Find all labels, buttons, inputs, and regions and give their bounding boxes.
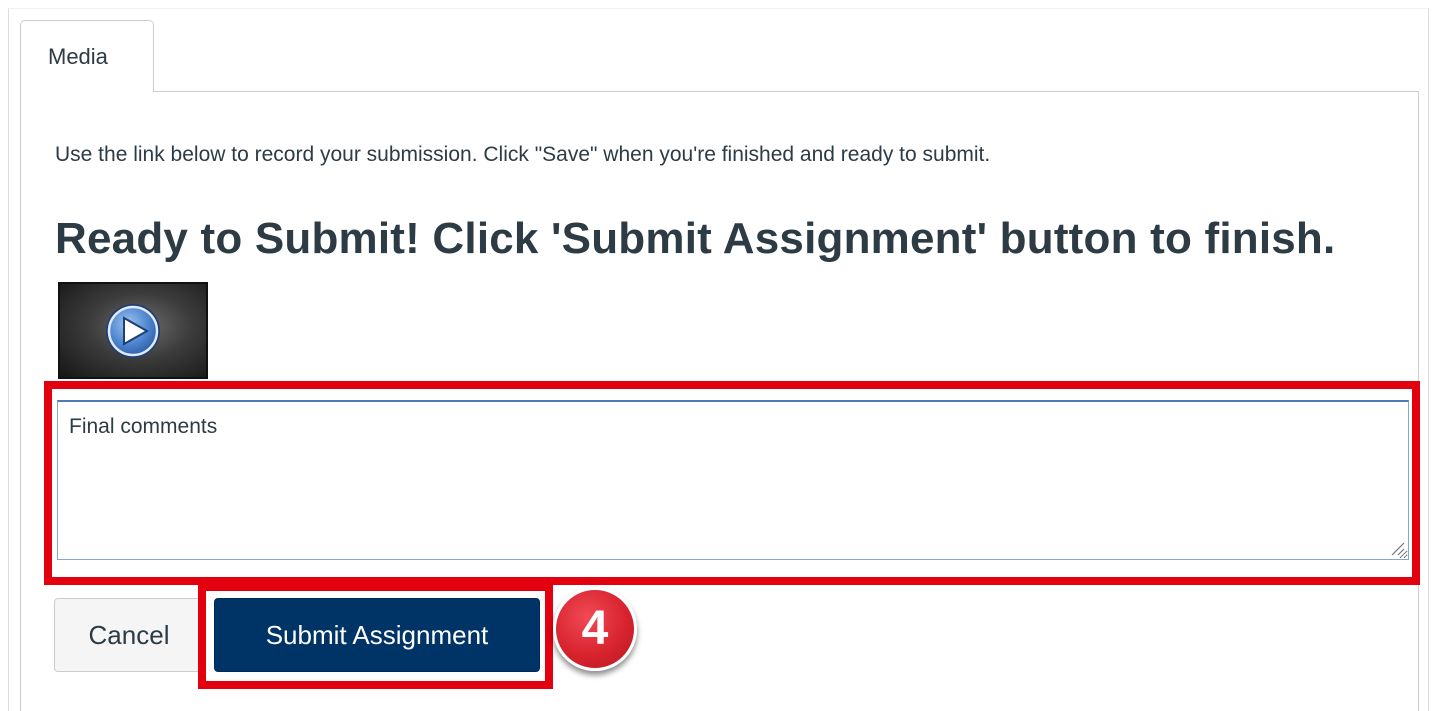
cancel-button[interactable]: Cancel: [54, 598, 204, 672]
step-number-badge: 4: [553, 587, 637, 671]
tab-media[interactable]: Media: [20, 20, 154, 92]
instructions-text: Use the link below to record your submis…: [55, 143, 991, 166]
comments-textarea[interactable]: [57, 400, 1409, 560]
page-heading: Ready to Submit! Click 'Submit Assignmen…: [55, 214, 1336, 263]
resize-grip-icon[interactable]: [1389, 540, 1405, 556]
submit-assignment-button[interactable]: Submit Assignment: [214, 598, 540, 672]
media-thumbnail[interactable]: [58, 282, 208, 379]
play-icon: [106, 304, 160, 358]
tab-media-label: Media: [48, 44, 108, 69]
